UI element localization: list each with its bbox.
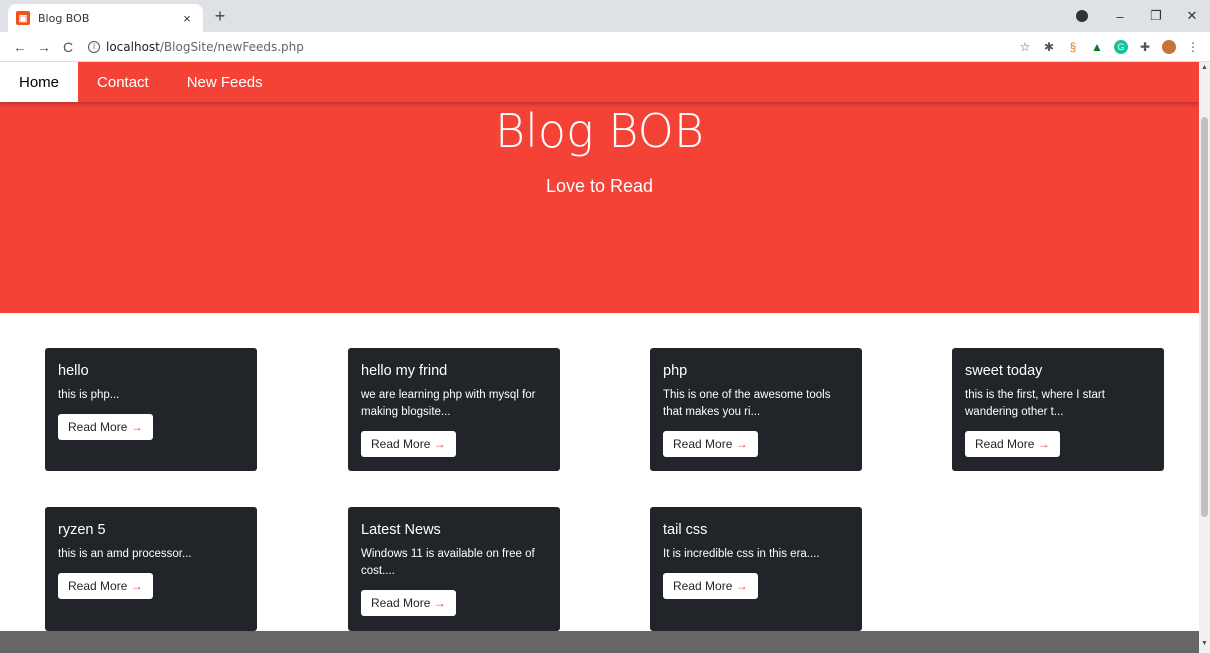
menu-kebab-icon[interactable]: ⋮ [1186, 40, 1200, 54]
html-extension-icon[interactable]: ▲ [1090, 40, 1104, 54]
blog-favicon-icon: ▣ [16, 11, 30, 25]
arrow-right-icon: → [130, 420, 143, 434]
hero-title: Blog BOB [495, 104, 704, 158]
read-more-button[interactable]: Read More → [58, 573, 153, 599]
read-more-label: Read More [371, 437, 431, 451]
browser-tab[interactable]: ▣ Blog BOB × [8, 4, 203, 32]
url-host: localhost [106, 39, 160, 54]
read-more-label: Read More [673, 437, 733, 451]
post-excerpt: Windows 11 is available on free of cost.… [361, 548, 535, 577]
post-excerpt: It is incredible css in this era.... [663, 548, 820, 560]
minimize-icon[interactable]: – [1102, 9, 1138, 24]
vertical-scrollbar[interactable]: ▲ ▼ [1199, 62, 1210, 653]
arrow-right-icon: → [433, 437, 446, 451]
profile-icon[interactable] [1076, 10, 1088, 22]
post-title: ryzen 5 [58, 522, 106, 538]
read-more-button[interactable]: Read More → [965, 431, 1060, 457]
site-info-icon[interactable]: i [88, 40, 100, 53]
post-title: php [663, 363, 688, 379]
read-more-button[interactable]: Read More → [663, 573, 758, 599]
bug-extension-icon[interactable]: ✱ [1042, 40, 1056, 54]
post-excerpt: this is the first, where I start wanderi… [965, 389, 1105, 418]
extensions-area: ☆ ✱ § ▲ G ✚ ⋮ [1018, 32, 1200, 62]
read-more-button[interactable]: Read More → [663, 431, 758, 457]
hero-banner: Home Contact New Feeds Blog BOB Love to … [0, 62, 1199, 313]
nav-contact[interactable]: Contact [78, 62, 168, 102]
arrow-right-icon: → [735, 437, 748, 451]
post-card: php This is one of the awesome tools tha… [650, 348, 862, 471]
post-card: Latest News Windows 11 is available on f… [348, 507, 560, 631]
forward-icon[interactable]: → [32, 39, 56, 55]
hero-subtitle: Love to Read [545, 176, 654, 196]
read-more-button[interactable]: Read More → [58, 414, 153, 440]
close-window-icon[interactable]: ✕ [1174, 8, 1210, 24]
browser-toolbar: ← → C i localhost/BlogSite/newFeeds.php … [0, 32, 1210, 62]
post-card: tail css It is incredible css in this er… [650, 507, 862, 631]
arrow-right-icon: → [130, 579, 143, 593]
scroll-up-icon[interactable]: ▲ [1199, 64, 1210, 75]
translate-extension-icon[interactable]: § [1066, 40, 1080, 54]
post-title: sweet today [965, 363, 1043, 379]
read-more-label: Read More [371, 596, 431, 610]
new-tab-button[interactable]: + [208, 6, 232, 28]
arrow-right-icon: → [735, 579, 748, 593]
nav-home[interactable]: Home [0, 62, 79, 102]
read-more-button[interactable]: Read More → [361, 431, 456, 457]
scroll-down-icon[interactable]: ▼ [1199, 640, 1210, 651]
post-title: Latest News [361, 522, 441, 538]
page-viewport: Home Contact New Feeds Blog BOB Love to … [0, 62, 1199, 653]
scrollbar-thumb[interactable] [1201, 117, 1208, 517]
post-excerpt: we are learning php with mysql for makin… [361, 389, 536, 418]
back-icon[interactable]: ← [8, 39, 32, 55]
site-navbar: Home Contact New Feeds [0, 62, 1199, 102]
post-title: hello [58, 363, 89, 379]
read-more-label: Read More [68, 579, 128, 593]
post-card: hello this is php... Read More → [45, 348, 257, 471]
post-card: hello my frind we are learning php with … [348, 348, 560, 471]
bookmark-star-icon[interactable]: ☆ [1018, 40, 1032, 54]
extensions-puzzle-icon[interactable]: ✚ [1138, 40, 1152, 54]
nav-new-feeds[interactable]: New Feeds [168, 62, 282, 102]
restore-icon[interactable]: ❐ [1138, 8, 1174, 24]
post-excerpt: This is one of the awesome tools that ma… [663, 389, 831, 418]
read-more-label: Read More [68, 420, 128, 434]
post-excerpt: this is an amd processor... [58, 548, 192, 560]
tab-title: Blog BOB [38, 11, 90, 25]
url-path: /BlogSite/newFeeds.php [159, 39, 304, 54]
post-excerpt: this is php... [58, 389, 120, 401]
arrow-right-icon: → [433, 596, 446, 610]
avatar-icon[interactable] [1162, 40, 1176, 54]
post-card: sweet today this is the first, where I s… [952, 348, 1164, 471]
read-more-label: Read More [975, 437, 1035, 451]
browser-tabstrip: ▣ Blog BOB × + – ❐ ✕ [0, 0, 1210, 32]
post-title: tail css [663, 522, 708, 538]
page-footer [0, 631, 1199, 653]
arrow-right-icon: → [1037, 437, 1050, 451]
grammarly-icon[interactable]: G [1114, 40, 1128, 54]
window-controls: – ❐ ✕ [1076, 0, 1210, 32]
tab-close-icon[interactable]: × [179, 11, 195, 26]
post-title: hello my frind [361, 363, 448, 379]
address-bar[interactable]: i localhost/BlogSite/newFeeds.php [88, 35, 1098, 59]
read-more-button[interactable]: Read More → [361, 590, 456, 616]
reload-icon[interactable]: C [56, 39, 80, 55]
post-card: ryzen 5 this is an amd processor... Read… [45, 507, 257, 631]
read-more-label: Read More [673, 579, 733, 593]
